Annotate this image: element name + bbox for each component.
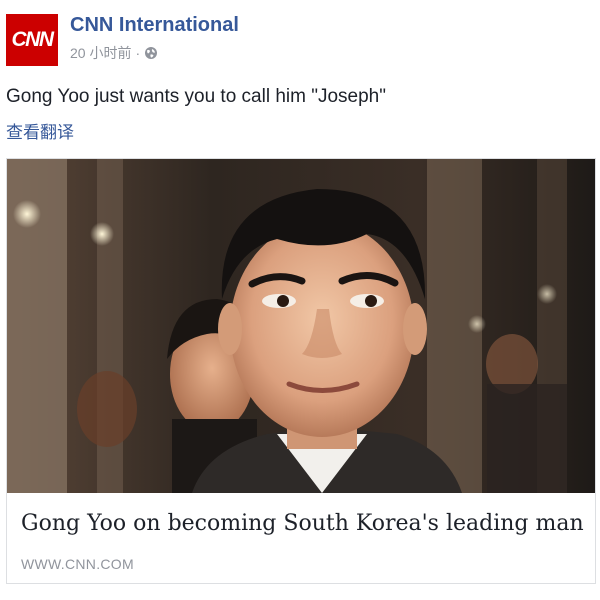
post-timestamp[interactable]: 20 小时前 xyxy=(70,43,131,63)
article-domain: WWW.CNN.COM xyxy=(21,556,134,572)
post-meta: 20 小时前 · xyxy=(70,43,158,63)
article-headline[interactable]: Gong Yoo on becoming South Korea's leadi… xyxy=(21,511,584,536)
page-name-link[interactable]: CNN International xyxy=(70,14,239,37)
article-photo[interactable] xyxy=(7,159,595,493)
globe-icon[interactable] xyxy=(144,46,158,60)
see-translation-link[interactable]: 查看翻译 xyxy=(6,118,74,143)
page-avatar[interactable]: CNN xyxy=(6,14,58,66)
post-message: Gong Yoo just wants you to call him "Jos… xyxy=(6,86,386,107)
link-preview-card[interactable]: Gong Yoo on becoming South Korea's leadi… xyxy=(6,158,596,584)
facebook-post: CNN CNN International 20 小时前 · Gong Yoo … xyxy=(0,0,600,600)
meta-separator: · xyxy=(135,45,141,61)
cnn-logo: CNN xyxy=(11,28,55,51)
